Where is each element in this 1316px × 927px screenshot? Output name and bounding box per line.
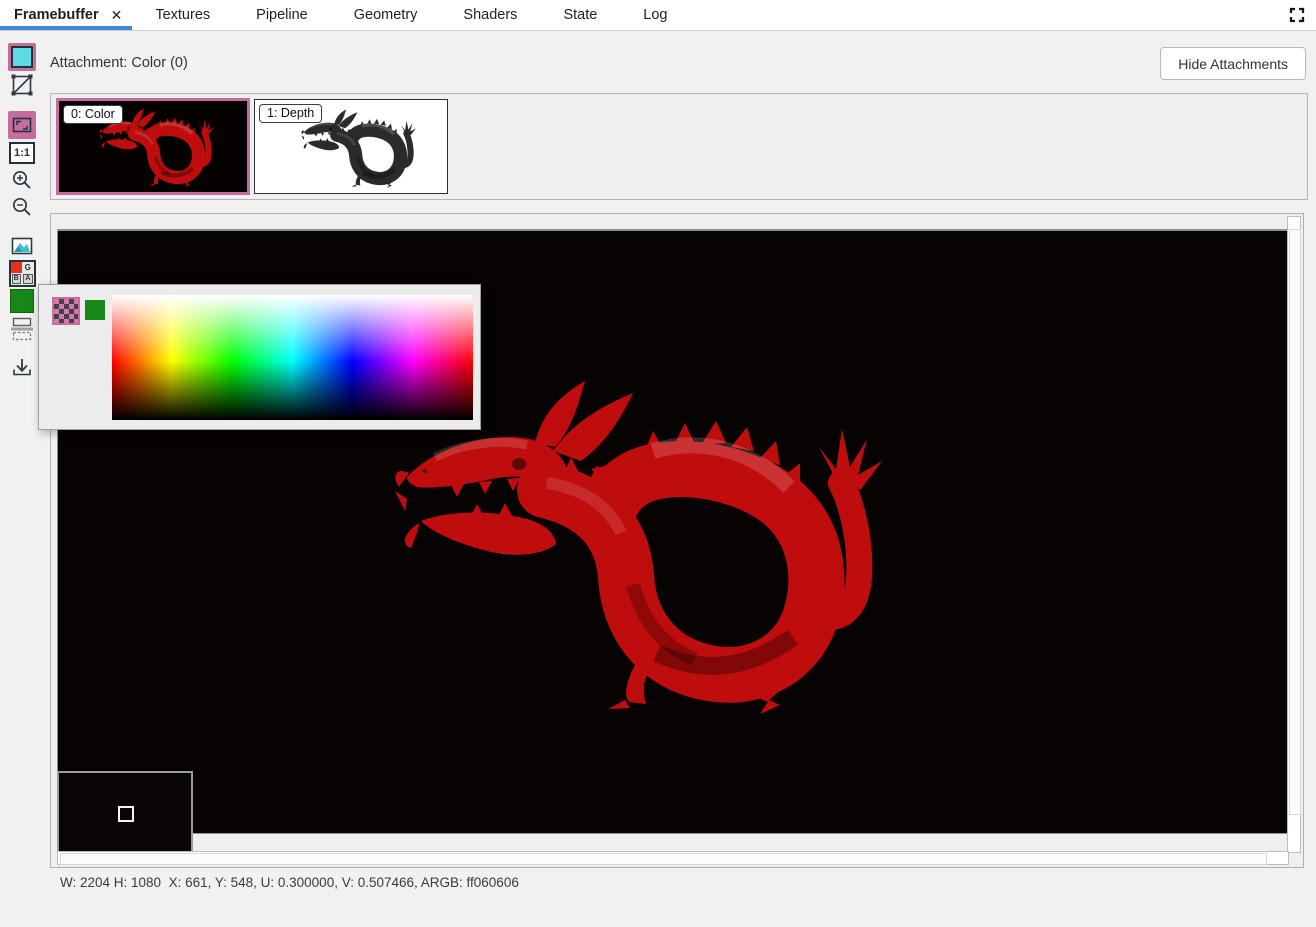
zoom-in-icon [10, 168, 34, 192]
hide-attachments-button[interactable]: Hide Attachments [1160, 47, 1306, 80]
attachment-label: Attachment: Color (0) [50, 55, 188, 71]
tab-log-label: Log [643, 7, 667, 23]
tab-log[interactable]: Log [620, 0, 690, 30]
fit-icon [11, 114, 33, 136]
zoom-in-button[interactable] [8, 166, 36, 194]
tab-state-label: State [563, 7, 597, 23]
tab-shaders[interactable]: Shaders [440, 0, 540, 30]
close-icon[interactable]: ✕ [111, 7, 123, 24]
vertical-scrollbar[interactable] [1287, 216, 1301, 853]
download-icon [10, 356, 34, 380]
tab-bar: Framebuffer ✕ Textures Pipeline Geometry… [0, 0, 1316, 31]
framebuffer-window: Framebuffer ✕ Textures Pipeline Geometry… [0, 0, 1316, 927]
tab-geometry[interactable]: Geometry [331, 0, 441, 30]
flip-vertical-button[interactable] [8, 315, 36, 343]
one-to-one-icon: 1:1 [9, 142, 35, 164]
solid-green-swatch[interactable] [85, 300, 105, 320]
green-swatch-icon [10, 289, 34, 313]
flip-icon [10, 316, 34, 342]
cyan-swatch-icon [11, 46, 33, 68]
image-icon [10, 234, 34, 258]
horizontal-scroll-thumb[interactable] [60, 853, 1267, 865]
attachment-thumb-color-label: 0: Color [63, 105, 123, 124]
tab-pipeline[interactable]: Pipeline [233, 0, 331, 30]
save-image-button[interactable] [8, 354, 36, 382]
horizontal-scrollbar[interactable] [57, 851, 1289, 865]
status-bar-info: W: 2204 H: 1080 X: 661, Y: 548, U: 0.300… [60, 875, 519, 890]
color-gradient-field[interactable] [112, 295, 473, 420]
vertical-scroll-thumb[interactable] [1289, 229, 1301, 815]
crossed-square-icon [10, 73, 34, 97]
background-none-button[interactable] [8, 71, 36, 99]
left-toolbar: 1:1 G [0, 31, 49, 891]
zoom-out-icon [10, 195, 34, 219]
color-green-swatch-button[interactable] [8, 287, 36, 315]
attachments-strip: 0: Color 1: Depth [50, 93, 1308, 200]
rgba-channels-icon: G B A [9, 260, 36, 287]
tab-pipeline-label: Pipeline [256, 7, 308, 23]
tab-textures[interactable]: Textures [132, 0, 233, 30]
attachment-thumb-depth-label: 1: Depth [259, 104, 322, 123]
tab-geometry-label: Geometry [354, 7, 418, 23]
tab-textures-label: Textures [155, 7, 210, 23]
tab-shaders-label: Shaders [463, 7, 517, 23]
transparent-checker-swatch[interactable] [52, 297, 80, 325]
minimap[interactable] [57, 771, 193, 853]
image-overlay-button[interactable] [8, 232, 36, 260]
zoom-out-button[interactable] [8, 193, 36, 221]
attachment-thumb-color[interactable]: 0: Color [56, 98, 250, 195]
channel-select-button[interactable]: G B A [8, 259, 36, 287]
fit-to-window-button[interactable] [8, 111, 36, 139]
color-picker-popup [38, 284, 481, 430]
minimap-view-indicator[interactable] [118, 806, 134, 822]
background-color-swatch-button[interactable] [8, 43, 36, 71]
tab-state[interactable]: State [540, 0, 620, 30]
tab-framebuffer-label: Framebuffer [14, 7, 99, 23]
fullscreen-icon[interactable] [1288, 6, 1306, 24]
tab-framebuffer[interactable]: Framebuffer ✕ [0, 0, 132, 30]
actual-size-button[interactable]: 1:1 [8, 139, 36, 167]
attachment-thumb-depth[interactable]: 1: Depth [254, 99, 448, 194]
